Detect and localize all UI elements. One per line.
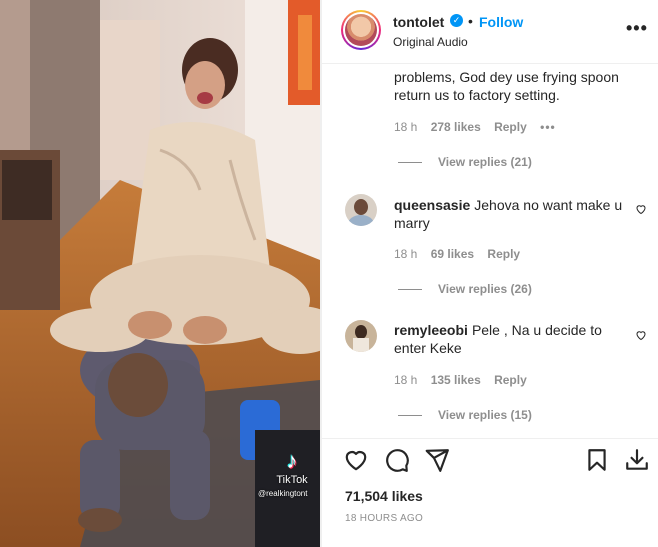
post-side-panel: tontolet ✓ • Follow Original Audio ••• p…	[322, 0, 658, 547]
tiktok-watermark: ♪ TikTok	[262, 448, 320, 487]
comment-meta: 18 h 278 likes Reply •••	[394, 120, 566, 134]
commenter-username[interactable]: remyleeobi	[394, 322, 468, 338]
post-actions: 71,504 likes 18 HOURS AGO	[322, 438, 658, 547]
comment-meta: 18 h 135 likes Reply	[394, 373, 537, 387]
view-replies-label: View replies (26)	[438, 282, 532, 296]
comment-likes[interactable]: 278 likes	[431, 120, 481, 134]
comment-time: 18 h	[394, 247, 418, 261]
heart-icon[interactable]	[343, 447, 369, 473]
author-avatar[interactable]	[341, 10, 381, 50]
tiktok-label: TikTok	[276, 474, 308, 486]
follow-button[interactable]: Follow	[479, 14, 523, 30]
post-timestamp: 18 HOURS AGO	[345, 513, 424, 524]
author-username[interactable]: tontolet	[393, 14, 444, 30]
separator-dot: •	[468, 13, 473, 29]
post-header: tontolet ✓ • Follow Original Audio •••	[322, 0, 658, 64]
view-replies-line	[398, 162, 422, 164]
tiktok-logo-icon: ♪	[286, 448, 298, 473]
verified-badge-icon: ✓	[450, 14, 463, 27]
view-replies-line	[398, 289, 422, 291]
comment-text: remyleeobi Pele , Na u decide to enter Ke…	[394, 321, 634, 357]
comment-meta: 18 h 69 likes Reply	[394, 247, 530, 261]
audio-label[interactable]: Original Audio	[393, 35, 468, 49]
post-media[interactable]: ♪ TikTok @realkingtont	[0, 0, 320, 547]
comment-time: 18 h	[394, 373, 418, 387]
tiktok-handle: @realkingtont	[258, 489, 308, 498]
comment-text: problems, God dey use frying spoon retur…	[394, 68, 634, 104]
comment-time: 18 h	[394, 120, 418, 134]
reply-button[interactable]: Reply	[487, 247, 520, 261]
commenter-username[interactable]: queensasie	[394, 197, 470, 213]
view-replies-button[interactable]: View replies (15)	[398, 408, 532, 422]
download-icon[interactable]	[624, 447, 650, 473]
comment-likes[interactable]: 69 likes	[431, 247, 474, 261]
view-replies-label: View replies (15)	[438, 408, 532, 422]
comment-like-heart-icon[interactable]	[635, 203, 647, 215]
commenter-avatar[interactable]	[345, 194, 377, 226]
comment-body: problems, God dey use frying spoon retur…	[394, 69, 619, 103]
view-replies-button[interactable]: View replies (26)	[398, 282, 532, 296]
comments-list[interactable]: problems, God dey use frying spoon retur…	[322, 64, 658, 438]
reply-button[interactable]: Reply	[494, 120, 527, 134]
comment-options-icon[interactable]: •••	[540, 120, 556, 134]
view-replies-button[interactable]: View replies (21)	[398, 155, 532, 169]
comment-icon[interactable]	[384, 447, 410, 473]
post-likes-count[interactable]: 71,504 likes	[345, 488, 423, 504]
commenter-avatar[interactable]	[345, 320, 377, 352]
view-replies-line	[398, 415, 422, 417]
comment-like-heart-icon[interactable]	[635, 329, 647, 341]
view-replies-label: View replies (21)	[438, 155, 532, 169]
reply-button[interactable]: Reply	[494, 373, 527, 387]
bookmark-icon[interactable]	[584, 447, 610, 473]
comment-likes[interactable]: 135 likes	[431, 373, 481, 387]
share-icon[interactable]	[424, 447, 450, 473]
post-options-icon[interactable]: •••	[626, 18, 648, 39]
comment-text: queensasie Jehova no want make u marry	[394, 196, 634, 232]
